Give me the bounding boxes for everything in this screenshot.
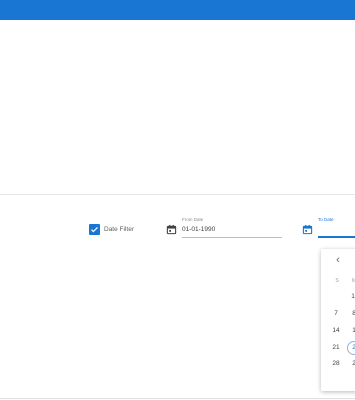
- date-picker-popup: ‹ S M 1 7 8 14 1 21 2 28 2: [321, 249, 355, 391]
- previous-month-icon[interactable]: ‹: [333, 254, 343, 266]
- calendar-day[interactable]: 8: [347, 307, 355, 321]
- calendar-day[interactable]: 14: [329, 324, 343, 338]
- calendar-day[interactable]: 7: [329, 307, 343, 321]
- from-date-underline: [182, 237, 282, 238]
- calendar-day[interactable]: 21: [329, 341, 343, 355]
- app-top-bar: [0, 0, 355, 20]
- from-date-calendar-icon[interactable]: [166, 224, 177, 235]
- to-date-calendar-icon[interactable]: [302, 224, 313, 235]
- bottom-divider: [0, 398, 355, 399]
- date-filter-checkbox[interactable]: [89, 224, 100, 235]
- calendar-day-today[interactable]: 2: [347, 341, 355, 355]
- checkmark-icon: [91, 227, 98, 233]
- calendar-day[interactable]: 1: [346, 290, 355, 304]
- calendar-day[interactable]: 1: [347, 324, 355, 338]
- section-divider: [0, 194, 355, 195]
- to-date-label: To Date: [318, 217, 334, 222]
- to-date-underline: [318, 236, 355, 238]
- date-filter-label: Date Filter: [104, 226, 134, 233]
- calendar-day[interactable]: 28: [329, 357, 343, 371]
- calendar-day[interactable]: 2: [347, 357, 355, 371]
- day-of-week-label: M: [351, 278, 355, 284]
- from-date-label: From Date: [182, 217, 204, 222]
- from-date-input[interactable]: 01-01-1990: [182, 226, 215, 233]
- day-of-week-label: S: [335, 278, 339, 284]
